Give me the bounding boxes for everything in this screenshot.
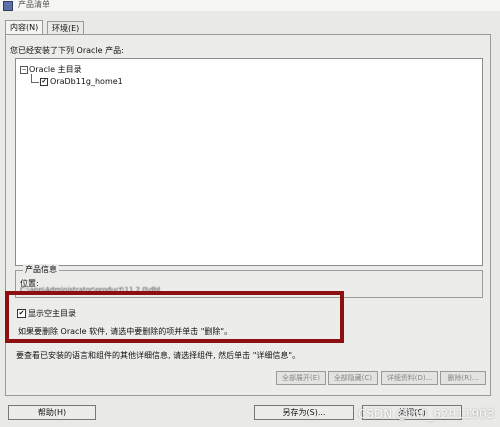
tree-node-label: OraDb11g_home1: [50, 77, 123, 86]
tree-node-oradb11g-home1[interactable]: ✔ OraDb11g_home1: [40, 77, 123, 86]
title-bar: 产品清单: [0, 0, 500, 11]
product-tree[interactable]: [15, 58, 483, 266]
save-as-button[interactable]: 另存为(S)...: [254, 405, 354, 420]
tab-contents[interactable]: 内容(N): [5, 20, 44, 35]
window-title: 产品清单: [18, 0, 50, 9]
checkbox-icon[interactable]: ✔: [17, 309, 26, 318]
remove-button[interactable]: 删除(R)...: [440, 371, 486, 385]
app-icon: [3, 1, 13, 11]
csdn-watermark: CSDN @m0_62911903: [358, 407, 495, 421]
checkbox-icon[interactable]: ✔: [40, 77, 48, 86]
tree-node-oracle-home[interactable]: − Oracle 主目录: [20, 64, 82, 75]
tab-environment[interactable]: 环境(E): [47, 21, 85, 35]
help-button[interactable]: 帮助(H): [8, 405, 96, 420]
details-hint: 要查看已安装的语言和组件的其他详细信息, 请选择组件, 然后单击 "详细信息"。: [16, 351, 301, 360]
collapse-all-button[interactable]: 全部隐藏(C): [328, 371, 378, 385]
installed-products-label: 您已经安装了下列 Oracle 产品:: [10, 46, 124, 55]
product-inventory-window: 产品清单 内容(N) 环境(E) 您已经安装了下列 Oracle 产品: − Or…: [0, 0, 500, 427]
collapse-toggle-icon[interactable]: −: [20, 65, 28, 74]
show-empty-home-checkbox[interactable]: ✔ 显示空主目录: [17, 308, 76, 319]
show-empty-home-label: 显示空主目录: [28, 309, 76, 318]
product-info-title: 产品信息: [23, 264, 59, 275]
details-button[interactable]: 详细资料(D)...: [381, 371, 438, 385]
tree-connector-line: [31, 74, 39, 83]
location-value: C:\app\Administrator\product\11.2.0\dbho…: [20, 286, 160, 294]
remove-hint: 如果要删除 Oracle 软件, 请选中要删除的项并单击 "删除"。: [18, 327, 233, 336]
tree-node-label: Oracle 主目录: [29, 65, 82, 74]
expand-all-button[interactable]: 全部展开(E): [276, 371, 326, 385]
